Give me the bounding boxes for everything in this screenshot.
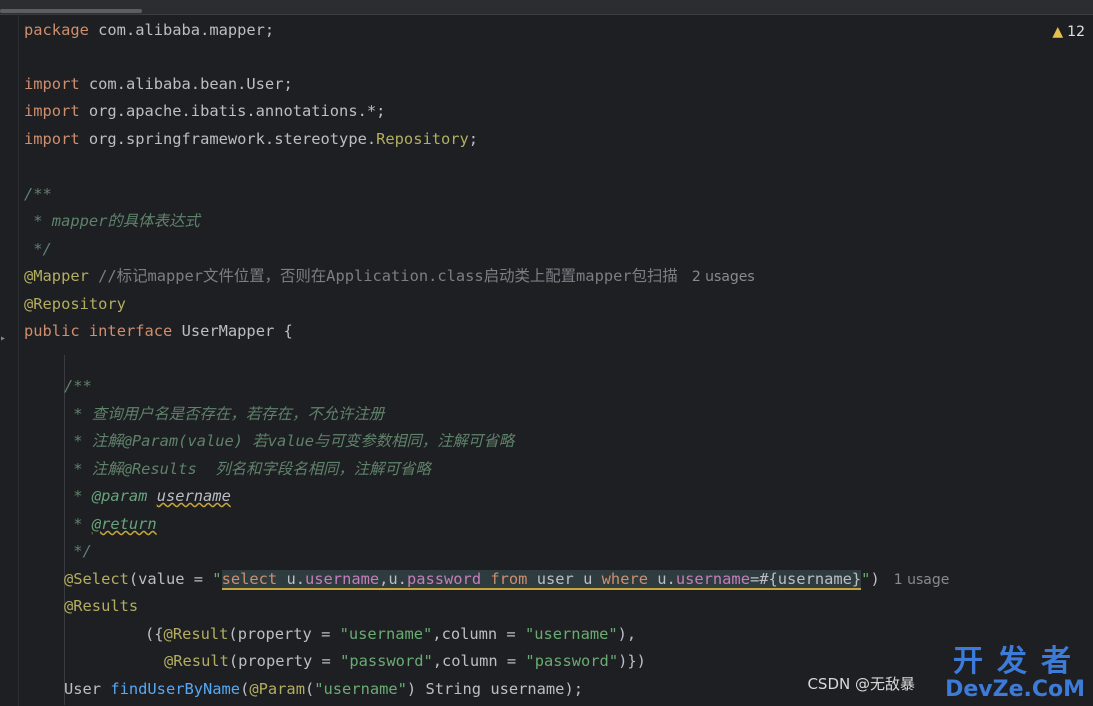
string-literal: "password"	[340, 652, 433, 670]
indent-guide	[64, 612, 65, 676]
return-type: User	[64, 680, 111, 698]
select-annotation: @Select	[64, 570, 129, 588]
editor-tab-strip	[0, 0, 1093, 15]
code-line-20[interactable]: */	[64, 538, 92, 565]
mapper-annotation: @Mapper	[24, 267, 89, 285]
sql-column: username	[675, 570, 750, 588]
sql-column: username	[305, 570, 380, 588]
code-line-14[interactable]: /**	[64, 373, 92, 400]
param-args: (	[304, 680, 315, 698]
sql-keyword: where	[601, 570, 648, 588]
string-literal: "username"	[314, 680, 407, 698]
code-line-23[interactable]: ({@Result(property = "username",column =…	[145, 621, 636, 648]
param-rest: ) String username);	[406, 680, 583, 698]
code-editor[interactable]: ▸ ▲ 12 package com.alibaba.mapper; import…	[0, 15, 1093, 706]
paren-open: (	[240, 680, 250, 698]
result-close: )})	[618, 652, 646, 670]
sql-alias: u.	[286, 570, 305, 588]
string-literal: "password"	[525, 652, 619, 670]
import-class: Repository	[376, 130, 469, 148]
code-line-22[interactable]: @Results	[64, 593, 138, 620]
watermark: CSDN @无敌暴 开发者 DevZe.CoM	[785, 644, 1085, 702]
csdn-watermark: CSDN @无敌暴	[807, 675, 915, 693]
result-args: ,column =	[432, 625, 525, 643]
code-line-3[interactable]: import com.alibaba.bean.User;	[24, 71, 293, 98]
code-line-25[interactable]: User findUserByName(@Param("username") S…	[64, 676, 583, 703]
code-line-1[interactable]: package com.alibaba.mapper;	[24, 17, 274, 44]
param-annotation: @Param	[249, 680, 305, 698]
usages-hint[interactable]: 2 usages	[692, 269, 755, 285]
code-line-10[interactable]: @Mapper //标记mapper文件位置，否则在Application.cl…	[24, 263, 755, 290]
method-name: findUserByName	[110, 680, 241, 698]
sql-alias: u	[583, 570, 593, 588]
code-line-21[interactable]: @Select(value = "select u.username,u.pas…	[64, 566, 949, 593]
repository-annotation: @Repository	[24, 295, 126, 313]
keyword: import	[24, 102, 80, 120]
string-literal: "username"	[339, 625, 433, 643]
warning-icon: ▲	[1052, 24, 1064, 40]
active-tab-indicator[interactable]	[0, 9, 142, 13]
keyword: import	[24, 130, 80, 148]
implementation-gutter-icon[interactable]: ▸	[0, 333, 6, 347]
doc-return-tag: @return	[91, 515, 157, 533]
doc-param-tag: @param	[91, 487, 148, 505]
import-path: org.apache.ibatis.annotations.*;	[79, 102, 386, 120]
code-line-9[interactable]: */	[24, 236, 52, 263]
sql-table: user	[536, 570, 574, 588]
string-quote: "	[212, 570, 222, 588]
code-line-4[interactable]: import org.apache.ibatis.annotations.*;	[24, 98, 385, 125]
results-annotation: @Results	[64, 597, 139, 615]
doc-prefix: *	[64, 515, 92, 533]
select-close: )	[870, 570, 880, 588]
string-literal: "username"	[524, 625, 618, 643]
doc-param-ref: username	[156, 487, 231, 505]
devze-logo-text: 开发者	[953, 644, 1085, 679]
sql-param: =#{username}	[749, 570, 862, 588]
sql-keyword: from	[490, 570, 528, 588]
editor-gutter[interactable]: ▸	[0, 15, 19, 706]
devze-site-text: DevZe.CoM	[945, 677, 1085, 702]
line-comment: //标记mapper文件位置，否则在Application.class启动类上配…	[88, 267, 678, 285]
sql-alias: ,u.	[379, 570, 407, 588]
code-line-16[interactable]: * 注解@Param(value) 若value与可变参数相同，注解可省略	[64, 428, 514, 455]
keyword: interface	[88, 322, 173, 340]
import-path: org.springframework.stereotype.	[79, 130, 377, 148]
keyword: import	[24, 75, 80, 93]
keyword: public	[24, 322, 80, 340]
result-args: ,column =	[432, 652, 526, 670]
package-name: com.alibaba.mapper;	[88, 21, 275, 39]
result-args: (property =	[228, 625, 340, 643]
interface-name: UserMapper {	[172, 322, 293, 340]
sql-column: password	[406, 570, 482, 588]
warning-count: 12	[1067, 24, 1085, 40]
injected-sql[interactable]: select u.username,u.password from user u…	[221, 570, 862, 590]
code-line-5[interactable]: import org.springframework.stereotype.Re…	[24, 126, 478, 153]
code-line-11[interactable]: @Repository	[24, 291, 126, 318]
keyword: package	[24, 21, 89, 39]
semicolon: ;	[468, 130, 479, 148]
code-line-18[interactable]: * @param username	[64, 483, 231, 510]
brace-open: ({	[145, 625, 164, 643]
sql-alias: u.	[657, 570, 676, 588]
code-line-19[interactable]: * @return	[64, 511, 157, 538]
select-args: (value =	[128, 570, 213, 588]
code-line-24[interactable]: @Result(property = "password",column = "…	[164, 648, 646, 675]
result-annotation: @Result	[163, 625, 229, 643]
usages-hint[interactable]: 1 usage	[894, 572, 950, 588]
result-annotation: @Result	[164, 652, 229, 670]
code-line-12[interactable]: public interface UserMapper {	[24, 318, 293, 345]
sql-keyword: select	[221, 570, 278, 588]
result-args: (property =	[228, 652, 341, 670]
code-line-15[interactable]: * 查询用户名是否存在，若存在，不允许注册	[64, 401, 384, 428]
import-path: com.alibaba.bean.User;	[79, 75, 293, 93]
result-close: ),	[617, 625, 637, 643]
doc-prefix: *	[64, 487, 92, 505]
code-line-8[interactable]: * mapper的具体表达式	[24, 208, 199, 235]
inspection-widget[interactable]: ▲ 12	[1052, 23, 1085, 41]
code-line-17[interactable]: * 注解@Results 列名和字段名相同，注解可省略	[64, 456, 430, 483]
code-line-7[interactable]: /**	[24, 181, 52, 208]
